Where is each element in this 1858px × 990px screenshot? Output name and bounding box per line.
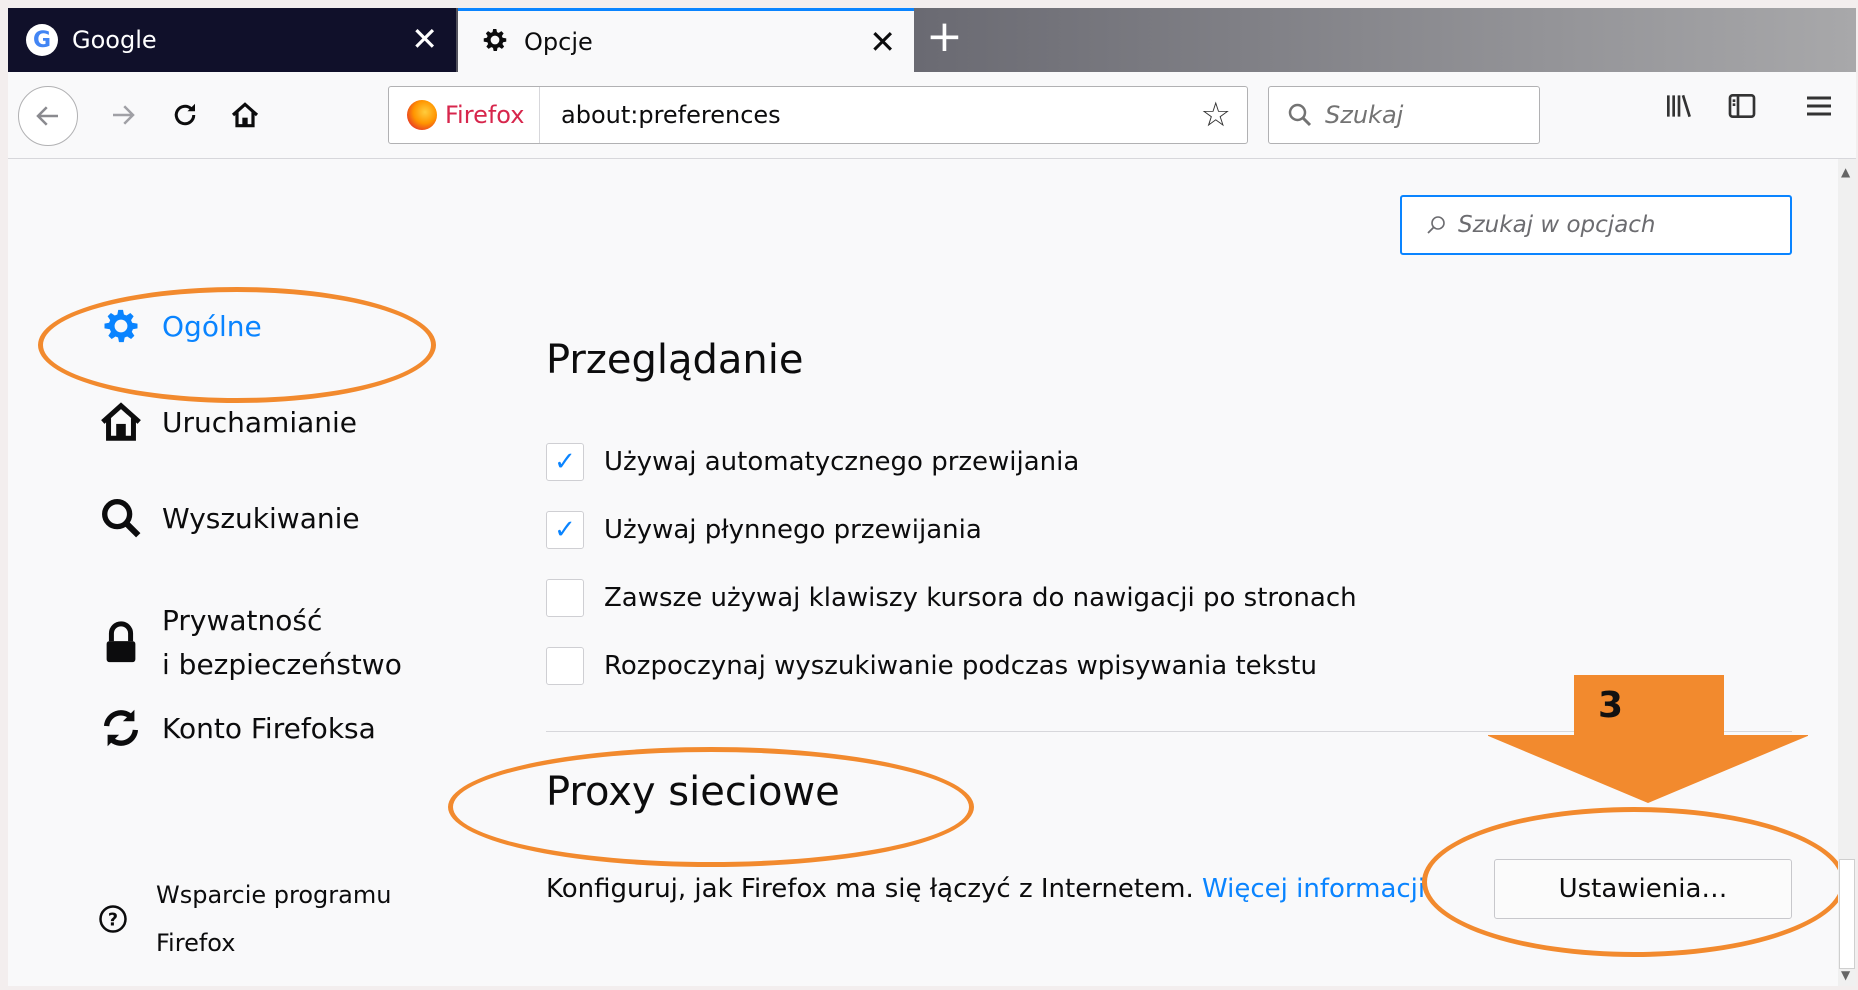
category-label: Uruchamianie: [162, 405, 358, 439]
tab-google[interactable]: G Google ✕: [8, 8, 456, 72]
learn-more-link[interactable]: Więcej informacji: [1202, 874, 1425, 904]
category-search[interactable]: Wyszukiwanie: [96, 493, 360, 543]
new-tab-button[interactable]: +: [926, 14, 963, 60]
support-link[interactable]: ? Wsparcie programu Firefox: [98, 871, 391, 967]
gear-icon: [480, 25, 510, 59]
checkbox-checked[interactable]: ✓: [546, 511, 584, 549]
scrollbar-thumb[interactable]: [1839, 859, 1855, 969]
close-tab-icon[interactable]: ✕: [411, 22, 438, 56]
category-sync[interactable]: Konto Firefoksa: [96, 703, 376, 753]
option-autoscroll[interactable]: ✓ Używaj automatycznego przewijania: [546, 443, 1079, 481]
scrollbar[interactable]: ▲ ▼: [1838, 159, 1856, 986]
option-smooth-scroll[interactable]: ✓ Używaj płynnego przewijania: [546, 511, 982, 549]
tab-title: Google: [72, 26, 157, 54]
annotation-step-label: 3: [1598, 685, 1624, 726]
category-label: Konto Firefoksa: [162, 711, 376, 745]
browser-window: G Google ✕ Opcje ✕ + Firefox about:prefe…: [8, 8, 1856, 986]
home-icon: [96, 397, 146, 447]
annotation-ring-settings: [1422, 807, 1846, 957]
category-startup[interactable]: Uruchamianie: [96, 397, 357, 447]
reload-button[interactable]: [160, 90, 210, 140]
bookmark-star-icon[interactable]: ☆: [1201, 95, 1231, 135]
identity-box[interactable]: Firefox: [389, 87, 540, 143]
option-label: Używaj płynnego przewijania: [604, 515, 982, 545]
search-icon: [1288, 103, 1312, 127]
preferences-page: Szukaj w opcjach Ogólne Uruchamianie Wys…: [8, 159, 1846, 986]
annotation-ring-general: [38, 287, 436, 403]
checkbox-unchecked[interactable]: [546, 579, 584, 617]
category-privacy[interactable]: Prywatność i bezpieczeństwo: [96, 599, 402, 687]
annotation-arrow-icon: [1488, 675, 1808, 803]
preferences-search-placeholder: Szukaj w opcjach: [1458, 212, 1656, 238]
category-label: Wyszukiwanie: [162, 501, 360, 535]
library-icon[interactable]: [1663, 90, 1695, 130]
option-label: Używaj automatycznego przewijania: [604, 447, 1080, 477]
forward-arrow-icon: [113, 105, 135, 125]
search-placeholder: Szukaj: [1325, 101, 1404, 129]
option-label: Zawsze używaj klawiszy kursora do nawiga…: [604, 583, 1357, 613]
scroll-down-icon[interactable]: ▼: [1841, 968, 1850, 982]
sidebar-icon[interactable]: [1726, 90, 1758, 130]
help-icon: ?: [99, 905, 127, 933]
forward-button[interactable]: [98, 90, 148, 140]
checkbox-unchecked[interactable]: [546, 647, 584, 685]
home-icon: [231, 102, 259, 128]
url-bar[interactable]: Firefox about:preferences ☆: [388, 86, 1248, 144]
lock-icon: [96, 618, 146, 668]
search-bar[interactable]: Szukaj: [1268, 86, 1540, 144]
category-label-line2: i bezpieczeństwo: [162, 648, 402, 681]
svg-text:?: ?: [108, 910, 118, 930]
back-arrow-icon: [36, 106, 58, 126]
firefox-logo-icon: [407, 100, 437, 130]
section-title-browsing: Przeglądanie: [546, 337, 804, 383]
tab-strip: G Google ✕ Opcje ✕ +: [8, 8, 1856, 72]
tab-title: Opcje: [524, 27, 593, 56]
identity-label: Firefox: [445, 101, 525, 129]
category-label: Prywatność: [162, 604, 323, 637]
proxy-description-text: Konfiguruj, jak Firefox ma się łączyć z …: [546, 874, 1194, 904]
option-label: Rozpoczynaj wyszukiwanie podczas wpisywa…: [604, 651, 1317, 681]
annotation-ring-proxy: [448, 747, 974, 867]
scroll-up-icon[interactable]: ▲: [1841, 165, 1850, 179]
home-button[interactable]: [220, 90, 270, 140]
support-label-line2: Firefox: [156, 929, 236, 957]
option-caret-browsing[interactable]: Zawsze używaj klawiszy kursora do nawiga…: [546, 579, 1357, 617]
google-icon: G: [26, 24, 58, 56]
nav-bar: Firefox about:preferences ☆ Szukaj: [8, 72, 1856, 159]
reload-icon: [174, 103, 196, 126]
hamburger-menu-icon[interactable]: [1803, 90, 1835, 130]
search-icon: [1427, 216, 1445, 234]
proxy-description: Konfiguruj, jak Firefox ma się łączyć z …: [546, 874, 1425, 904]
preferences-search-input[interactable]: Szukaj w opcjach: [1400, 195, 1792, 255]
tab-opcje[interactable]: Opcje ✕: [458, 8, 914, 72]
back-button[interactable]: [18, 86, 78, 146]
search-icon: [96, 493, 146, 543]
support-label: Wsparcie programu: [156, 881, 392, 909]
sync-icon: [96, 703, 146, 753]
close-tab-icon[interactable]: ✕: [869, 25, 896, 59]
checkbox-checked[interactable]: ✓: [546, 443, 584, 481]
url-text[interactable]: about:preferences: [561, 101, 781, 129]
option-search-on-type[interactable]: Rozpoczynaj wyszukiwanie podczas wpisywa…: [546, 647, 1317, 685]
